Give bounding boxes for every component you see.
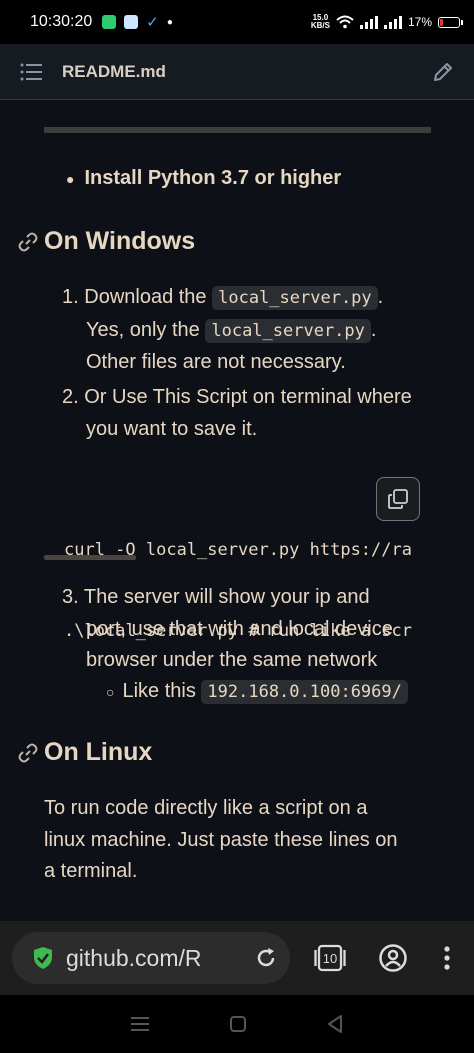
heading-on-windows: On Windows <box>18 227 195 256</box>
reload-icon[interactable] <box>254 946 278 970</box>
status-bar: 10:30:20 ✓ ● 15.0 KB/S 17% <box>0 0 474 44</box>
browser-toolbar: github.com/R 10 <box>0 921 474 995</box>
readme-content: ● Install Python 3.7 or higher On Windows… <box>0 101 474 921</box>
signal-icon-2 <box>383 15 402 29</box>
more-vert-icon <box>444 946 450 970</box>
tabs-button[interactable]: 10 <box>314 943 346 973</box>
outline-list-icon[interactable] <box>20 63 42 81</box>
copy-icon <box>388 489 408 509</box>
more-menu-button[interactable] <box>444 946 450 970</box>
file-header: README.md <box>0 44 474 100</box>
secure-shield-icon[interactable] <box>32 946 54 970</box>
inline-code: local_server.py <box>205 318 371 343</box>
url-text: github.com/R <box>66 944 202 971</box>
inline-code: local_server.py <box>212 286 378 310</box>
list-item: 1. Download the local_server.py. Yes, on… <box>62 286 384 373</box>
wifi-icon <box>336 15 354 29</box>
list-item: 2. Or Use This Script on terminal where … <box>62 386 412 440</box>
list-item: ● Install Python 3.7 or higher <box>66 167 342 189</box>
sub-list-item: ○ Like this 192.168.0.100:6969/ <box>106 676 408 709</box>
code-scrollbar[interactable] <box>44 555 136 560</box>
heading-on-linux: On Linux <box>18 738 152 767</box>
list-item: 3. The server will show your ip and port… <box>62 586 393 671</box>
paragraph: To run code directly like a script on a … <box>44 797 398 882</box>
edit-pencil-icon[interactable] <box>432 61 454 83</box>
account-icon <box>379 944 407 972</box>
recents-menu-icon[interactable] <box>130 1017 149 1031</box>
copy-code-button[interactable] <box>376 477 420 521</box>
system-nav-bar <box>0 995 474 1053</box>
message-notification-icon <box>124 15 139 29</box>
account-button[interactable] <box>378 943 408 973</box>
net-speed: 15.0 KB/S <box>310 13 330 30</box>
horizontal-rule <box>44 127 431 133</box>
app-notification-icon <box>102 15 117 29</box>
back-icon[interactable] <box>327 1015 343 1033</box>
check-icon: ✓ <box>146 14 159 31</box>
dot-icon: ● <box>166 16 173 28</box>
battery-icon <box>438 16 463 28</box>
file-title: README.md <box>62 61 166 81</box>
hollow-bullet-icon: ○ <box>106 684 115 700</box>
anchor-link-icon[interactable] <box>18 232 38 252</box>
inline-code: 192.168.0.100:6969/ <box>201 680 408 704</box>
tab-count: 10 <box>322 951 338 966</box>
battery-percent: 17% <box>407 15 432 29</box>
status-time: 10:30:20 <box>30 13 93 30</box>
bullet-dot-icon: ● <box>66 170 75 187</box>
home-icon[interactable] <box>229 1016 246 1032</box>
address-bar[interactable]: github.com/R <box>12 932 290 984</box>
signal-icon <box>359 15 378 29</box>
anchor-link-icon[interactable] <box>18 743 38 763</box>
